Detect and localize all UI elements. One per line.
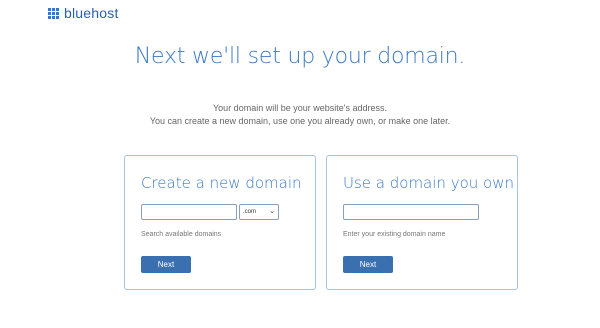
create-domain-title: Create a new domain <box>141 174 302 192</box>
brand-logo-text[interactable]: bluehost <box>64 5 119 21</box>
own-domain-next-button[interactable]: Next <box>343 256 393 273</box>
own-domain-hint: Enter your existing domain name <box>343 231 446 238</box>
header: bluehost <box>48 4 119 22</box>
create-domain-card: Create a new domain .com ⌄ Search availa… <box>124 155 316 290</box>
subtitle-line-1: Your domain will be your website's addre… <box>213 103 387 113</box>
own-domain-title: Use a domain you own <box>343 174 514 192</box>
existing-domain-input[interactable] <box>343 204 479 220</box>
new-domain-input[interactable] <box>141 204 237 220</box>
chevron-down-icon: ⌄ <box>269 208 275 215</box>
tld-selected-value: .com <box>243 209 257 215</box>
tld-select[interactable]: .com ⌄ <box>239 204 279 220</box>
page-title: Next we'll set up your domain. <box>134 44 466 69</box>
own-domain-card: Use a domain you own Enter your existing… <box>326 155 518 290</box>
create-domain-hint: Search available domains <box>141 231 222 238</box>
grid-logo-icon[interactable] <box>48 7 59 19</box>
page-subtitle: Your domain will be your website's addre… <box>0 102 600 128</box>
subtitle-line-2: You can create a new domain, use one you… <box>149 116 451 126</box>
create-domain-next-button[interactable]: Next <box>141 256 191 273</box>
